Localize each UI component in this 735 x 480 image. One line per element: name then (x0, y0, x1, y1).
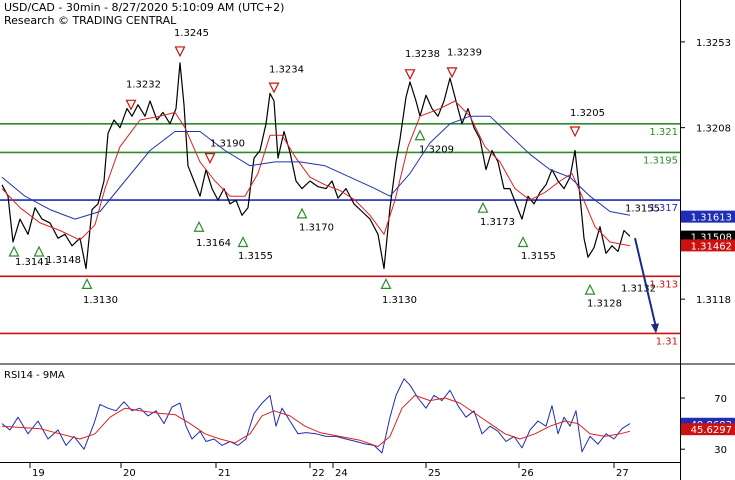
x-tick-label: 27 (616, 468, 629, 479)
pivot-label: 1.3130 (382, 295, 417, 306)
pivot-label: 1.3170 (299, 223, 334, 234)
pivot-label: 1.3128 (587, 299, 622, 310)
pivot-label: 1.3234 (269, 64, 304, 75)
pivot-label: 1.3190 (210, 139, 245, 150)
pivot-label: 1.3239 (447, 47, 482, 58)
rsi-y-tick-label: 70 (714, 394, 727, 405)
x-tick-label: 19 (32, 468, 45, 479)
pivot-label: 1.3205 (570, 108, 605, 119)
chart-svg: 1.3253 1.3208 1.3118 19 20 21 22 24 25 26 27 1.321 1… (0, 0, 735, 480)
level-label: 1.31 (656, 336, 678, 347)
rsi-y-tick-label: 30 (714, 445, 727, 456)
x-tick-label: 20 (123, 468, 136, 479)
pivot-label: 1.3130 (83, 295, 118, 306)
pivot-label: 1.3209 (419, 144, 454, 155)
pivot-label: 1.3173 (480, 217, 515, 228)
x-tick-label: 25 (428, 468, 441, 479)
x-tick-label: 21 (218, 468, 231, 479)
level-label: 1.3195 (643, 155, 678, 166)
pivot-label: 1.3155 (521, 251, 556, 262)
pivot-label: 1.3245 (174, 28, 209, 39)
level-label: 1.321 (649, 127, 678, 138)
pivot-label: 1.3132 (621, 284, 656, 295)
chart-header-title: USD/CAD - 30min - 8/27/2020 5:10:09 AM (… (4, 1, 285, 14)
rsi-panel-bg (0, 366, 680, 462)
pivot-label: 1.3238 (405, 49, 440, 60)
pivot-label: 1.3155 (625, 203, 660, 214)
price-tag-label: 1.31462 (691, 241, 732, 252)
pivot-label: 1.3164 (196, 238, 231, 249)
chart-window: 1.3253 1.3208 1.3118 19 20 21 22 24 25 26 27 1.321 1… (0, 0, 735, 480)
rsi-title: RSI14 - 9MA (4, 370, 65, 381)
rsi-tag-label: 45.6297 (691, 425, 732, 436)
pivot-label: 1.3141 (15, 257, 50, 268)
price-y-tick-label: 1.3253 (696, 38, 731, 49)
price-tag-label: 1.31613 (691, 213, 732, 224)
pivot-label: 1.3148 (46, 255, 81, 266)
chart-header-credit: Research © TRADING CENTRAL (4, 14, 177, 27)
x-tick-label: 26 (521, 468, 534, 479)
price-y-tick-label: 1.3208 (696, 124, 731, 135)
x-tick-label: 24 (335, 468, 348, 479)
price-y-tick-label: 1.3118 (696, 295, 731, 306)
pivot-label: 1.3155 (238, 251, 273, 262)
pivot-label: 1.3232 (126, 80, 161, 91)
x-tick-label: 22 (312, 468, 325, 479)
